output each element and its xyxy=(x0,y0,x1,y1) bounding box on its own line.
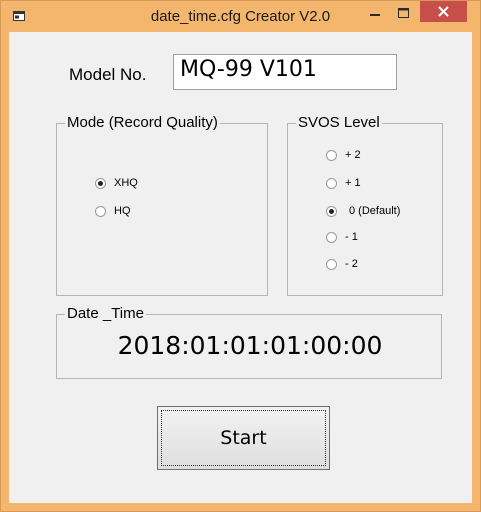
svos-option-label: + 2 xyxy=(345,149,361,161)
svos-radio-plus1[interactable]: + 1 xyxy=(326,177,361,189)
radio-empty-icon xyxy=(326,177,337,189)
svos-group: SVOS Level + 2 + 1 0 (Default) - 1 - 2 xyxy=(287,114,443,296)
minimize-icon[interactable] xyxy=(362,3,388,24)
model-label: Model No. xyxy=(69,65,147,84)
radio-selected-icon xyxy=(326,205,337,217)
title-bar[interactable]: date_time.cfg Creator V2.0 xyxy=(1,1,480,32)
svos-radio-default[interactable]: 0 (Default) xyxy=(326,205,400,217)
mode-radio-hq[interactable]: HQ xyxy=(95,205,131,217)
mode-radio-xhq[interactable]: XHQ xyxy=(95,177,138,189)
mode-option-label: XHQ xyxy=(114,177,138,189)
radio-empty-icon xyxy=(326,231,337,243)
maximize-icon[interactable] xyxy=(390,3,416,24)
svos-group-legend: SVOS Level xyxy=(296,114,382,132)
mode-group: Mode (Record Quality) XHQ HQ xyxy=(56,114,268,296)
mode-group-legend: Mode (Record Quality) xyxy=(65,114,220,132)
radio-empty-icon xyxy=(326,258,337,270)
start-button[interactable]: Start xyxy=(157,406,330,470)
svos-radio-plus2[interactable]: + 2 xyxy=(326,149,361,161)
svos-radio-minus1[interactable]: - 1 xyxy=(326,231,358,243)
svos-option-label: - 2 xyxy=(345,258,358,270)
svos-option-label: + 1 xyxy=(345,177,361,189)
svos-radio-minus2[interactable]: - 2 xyxy=(326,258,358,270)
radio-empty-icon xyxy=(95,205,106,217)
radio-empty-icon xyxy=(326,149,337,161)
app-window: date_time.cfg Creator V2.0 Model No. MQ-… xyxy=(0,0,481,512)
radio-selected-icon xyxy=(95,177,106,189)
date-time-value[interactable]: 2018:01:01:01:00:00 xyxy=(57,331,443,360)
svos-option-label: 0 (Default) xyxy=(349,205,401,217)
svos-option-label: - 1 xyxy=(345,231,358,243)
close-icon[interactable] xyxy=(420,1,467,22)
date-time-legend: Date _Time xyxy=(65,305,146,323)
model-number-input[interactable]: MQ-99 V101 xyxy=(173,54,397,90)
mode-option-label: HQ xyxy=(114,205,131,217)
date-time-group: Date _Time 2018:01:01:01:00:00 xyxy=(56,305,443,379)
